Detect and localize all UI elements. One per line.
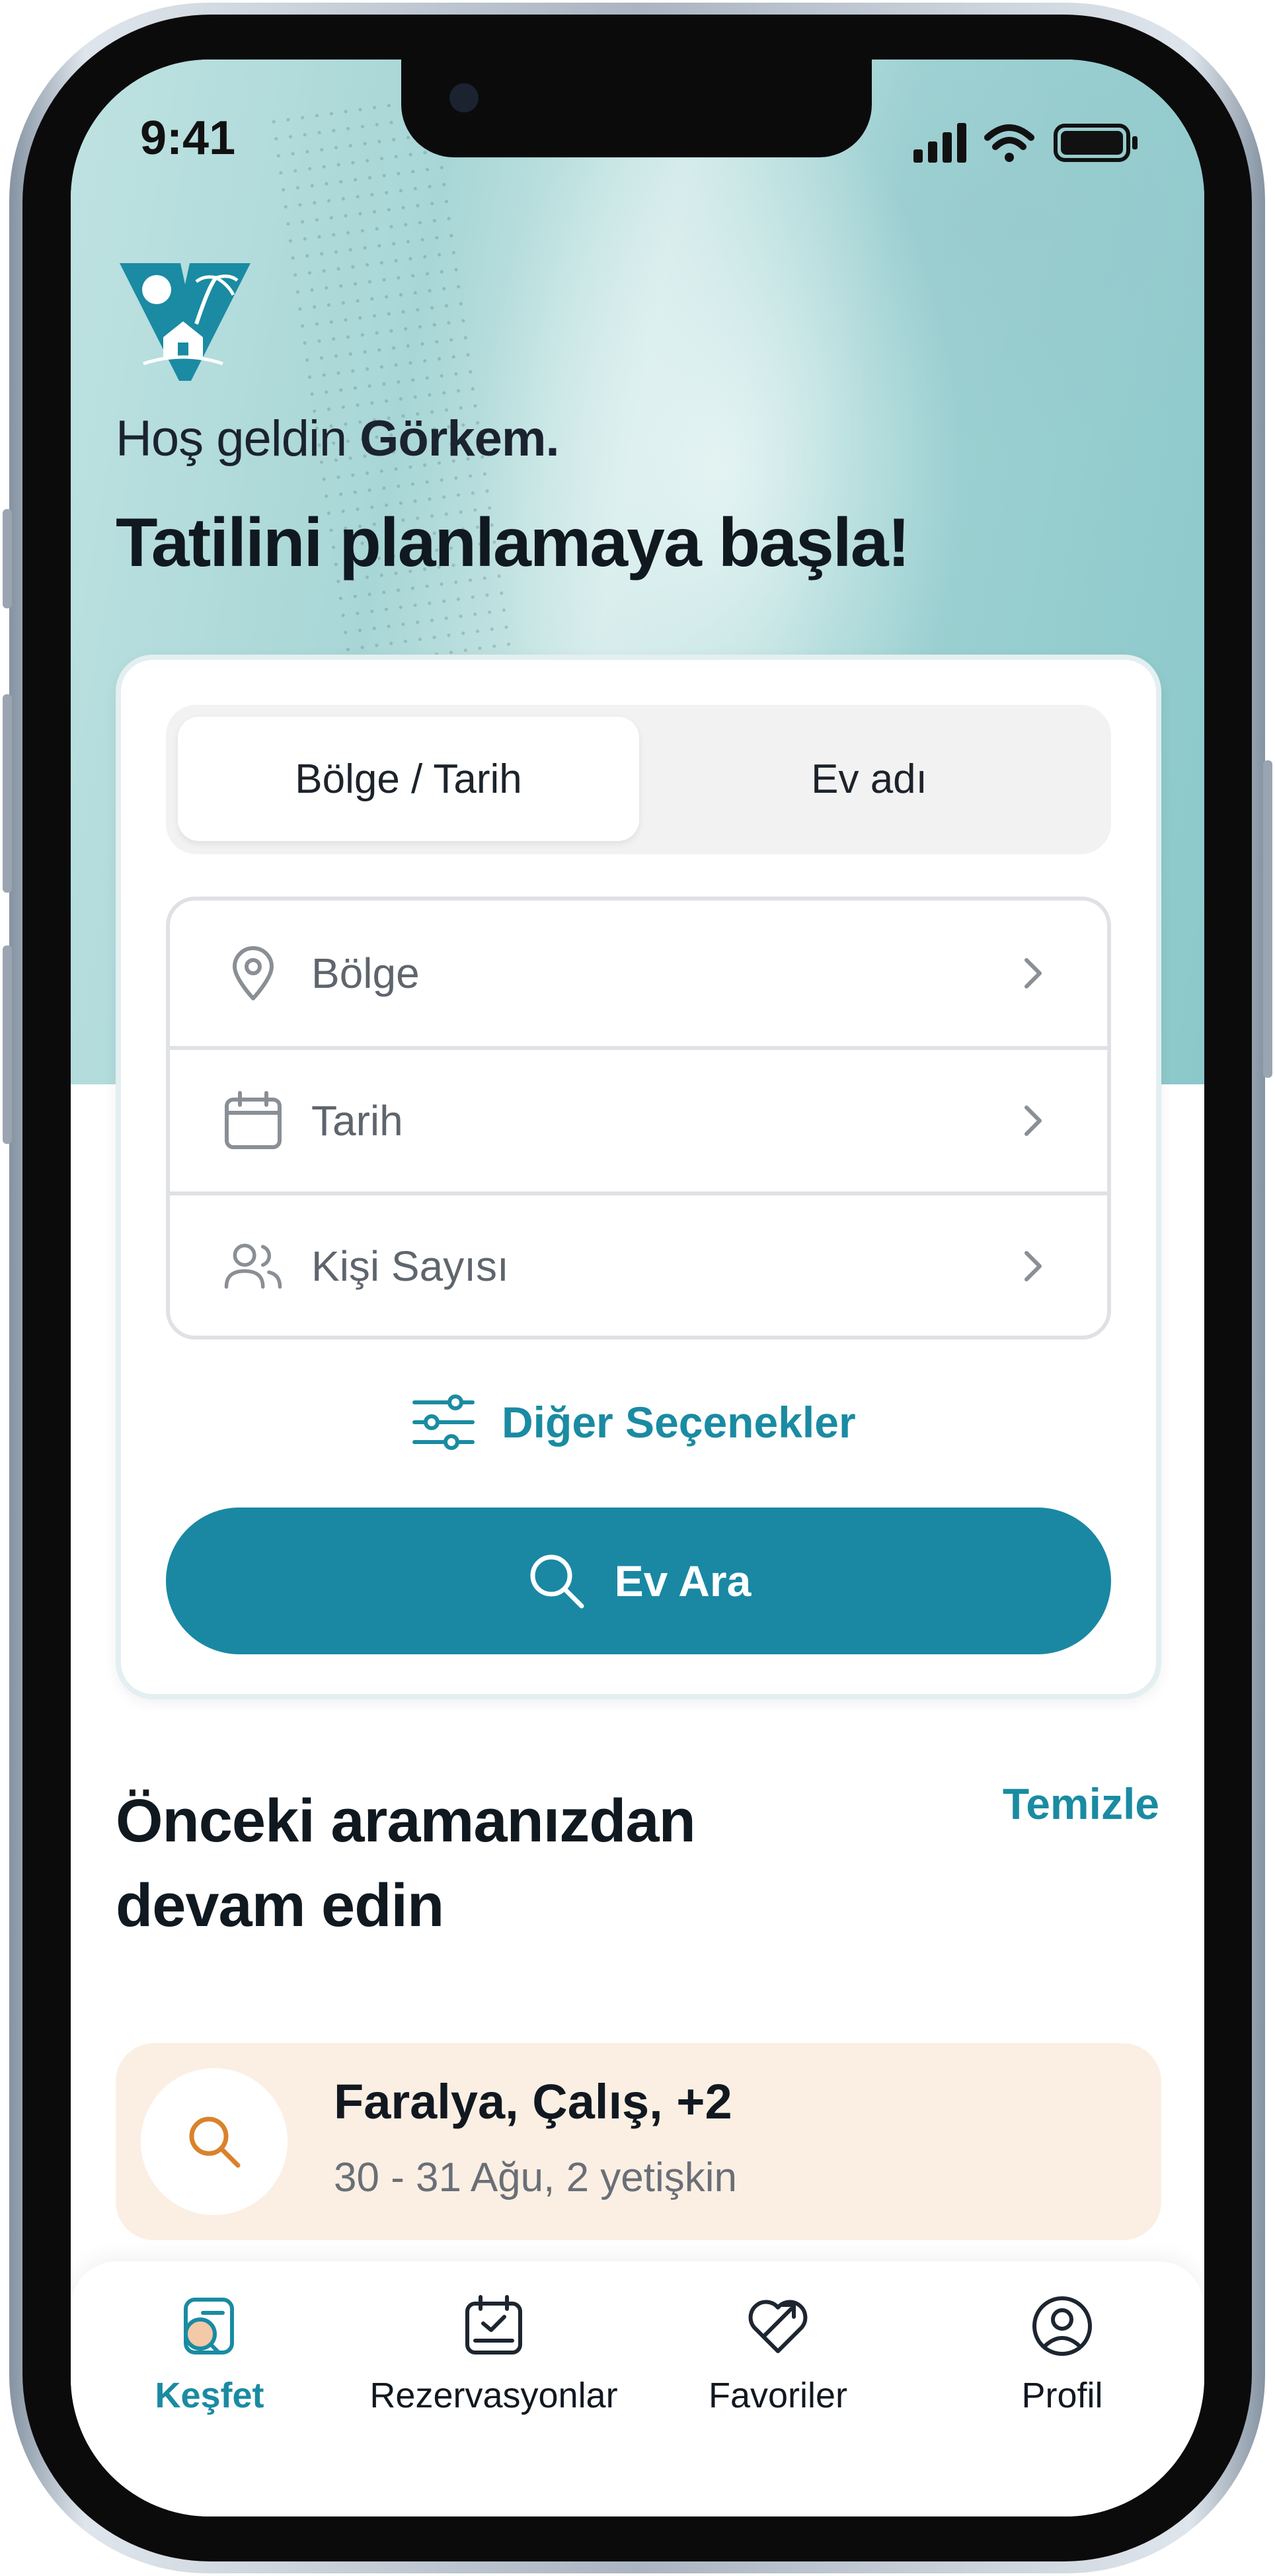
search-card: Bölge / Tarih Ev adı Bölge Tarih Kişi Sa… [116,655,1161,1699]
app-logo [120,263,251,381]
recent-search-icon-wrap [141,2068,288,2215]
phone-device: 9:41 Hoş geldin Görkem. Tatilini planlam… [0,0,1275,2576]
cellular-signal-icon [913,123,966,163]
tab-explore-label: Keşfet [155,2376,264,2415]
tab-house-name[interactable]: Ev adı [639,717,1099,841]
front-camera [449,83,479,112]
power-button [1263,760,1272,1078]
filter-sliders-icon [412,1394,475,1450]
clear-button[interactable]: Temizle [1003,1779,1159,1829]
chevron-right-icon [1024,1251,1042,1281]
search-mode-toggle: Bölge / Tarih Ev adı [166,705,1111,854]
mute-switch [3,509,12,608]
bottom-tab-bar: Keşfet Rezervasyonlar Favoriler Profil [71,2261,1204,2516]
people-icon [224,1243,282,1289]
heart-icon [748,2300,808,2353]
tab-reservations[interactable]: Rezervasyonlar [355,2293,633,2445]
screen: 9:41 Hoş geldin Görkem. Tatilini planlam… [71,60,1204,2516]
calendar-icon [225,1091,282,1149]
battery-icon [1054,124,1138,162]
recent-search-item[interactable]: Faralya, Çalış, +2 30 - 31 Ağu, 2 yetişk… [116,2043,1161,2240]
chevron-right-icon [1024,958,1042,988]
volume-up-button [3,694,12,893]
tab-region-date[interactable]: Bölge / Tarih [178,717,639,841]
tab-explore[interactable]: Keşfet [71,2293,348,2445]
section-title: Önceki aramanızdan devam edin [116,1787,696,1939]
status-time: 9:41 [140,112,236,165]
recent-search-subtitle: 30 - 31 Ağu, 2 yetişkin [334,2155,738,2200]
recent-search-title: Faralya, Çalış, +2 [334,2074,732,2129]
tab-profile-label: Profil [1021,2376,1103,2415]
date-field-label: Tarih [311,1097,403,1145]
guests-field[interactable]: Kişi Sayısı [170,1191,1107,1336]
date-field[interactable]: Tarih [170,1046,1107,1191]
tab-favorites-label: Favoriler [708,2376,848,2415]
search-fields: Bölge Tarih Kişi Sayısı [166,897,1111,1340]
guests-field-label: Kişi Sayısı [311,1242,509,1290]
user-circle-icon [1032,2296,1092,2356]
region-field[interactable]: Bölge [170,901,1107,1046]
status-icons [913,120,1151,169]
page-headline: Tatilini planlamaya başla! [116,504,910,581]
explore-icon [184,2298,234,2355]
greeting-prefix: Hoş geldin [116,411,347,467]
search-icon [530,1554,584,1609]
wifi-icon [984,124,1034,162]
location-pin-icon [233,946,274,1000]
user-name: Görkem. [360,411,559,467]
welcome-text: Hoş geldin Görkem. [116,410,560,467]
tab-favorites[interactable]: Favoriler [639,2293,917,2445]
volume-down-button [3,946,12,1144]
chevron-right-icon [1024,1106,1042,1136]
region-field-label: Bölge [311,949,420,997]
search-house-button[interactable]: Ev Ara [166,1508,1111,1654]
search-icon [189,2116,241,2168]
search-button-label: Ev Ara [614,1556,752,1605]
tab-profile[interactable]: Profil [923,2293,1201,2445]
calendar-check-icon [465,2295,522,2355]
more-options-button[interactable]: Diğer Seçenekler [412,1386,856,1459]
tab-reservations-label: Rezervasyonlar [369,2376,618,2415]
more-options-label: Diğer Seçenekler [502,1398,856,1447]
